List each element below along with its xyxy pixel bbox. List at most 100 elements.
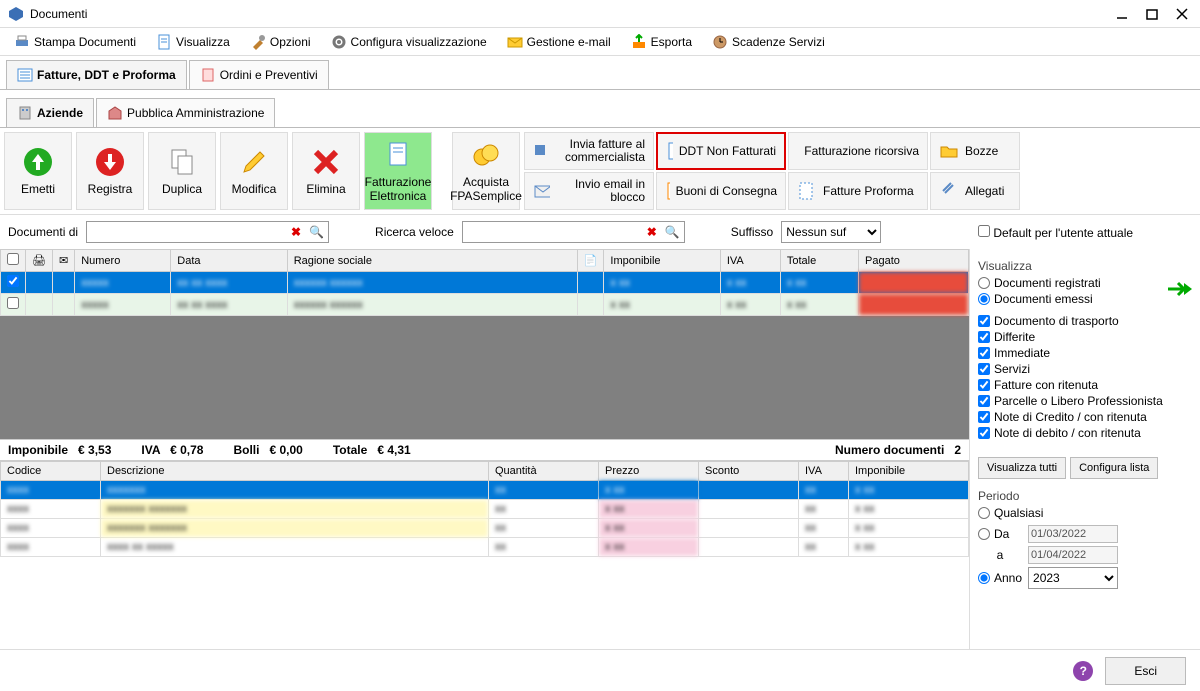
- menu-scadenze[interactable]: Scadenze Servizi: [706, 32, 831, 52]
- check-servizi[interactable]: Servizi: [978, 361, 1192, 377]
- btn-duplica[interactable]: Duplica: [148, 132, 216, 210]
- col-flag-icon: 📄: [577, 250, 604, 272]
- col-prezzo[interactable]: Prezzo: [599, 462, 699, 481]
- attach-icon: [939, 181, 959, 201]
- col-descrizione[interactable]: Descrizione: [101, 462, 489, 481]
- col-check[interactable]: [1, 250, 26, 272]
- col-pagato[interactable]: Pagato: [859, 250, 969, 272]
- btn-configura-lista[interactable]: Configura lista: [1070, 457, 1158, 479]
- check-fatture-ritenuta[interactable]: Fatture con ritenuta: [978, 377, 1192, 393]
- col-totale[interactable]: Totale: [780, 250, 858, 272]
- col-iva[interactable]: IVA: [720, 250, 780, 272]
- radio-da[interactable]: Da: [978, 526, 1022, 542]
- btn-visualizza-tutti[interactable]: Visualizza tutti: [978, 457, 1066, 479]
- clear-documenti-di[interactable]: ✖: [287, 225, 305, 239]
- tab-fatture[interactable]: Fatture, DDT e Proforma: [6, 60, 187, 89]
- radio-registrati[interactable]: Documenti registrati: [978, 275, 1192, 291]
- col-quantita[interactable]: Quantità: [489, 462, 599, 481]
- col-ragione[interactable]: Ragione sociale: [287, 250, 577, 272]
- btn-invio-email[interactable]: Invio email in blocco: [524, 172, 654, 210]
- select-anno[interactable]: 2023: [1028, 567, 1118, 589]
- btn-elimina[interactable]: Elimina: [292, 132, 360, 210]
- arrow-right-icon: [1168, 281, 1192, 297]
- radio-emessi[interactable]: Documenti emessi: [978, 291, 1192, 307]
- menu-visualizza[interactable]: Visualizza: [150, 32, 236, 52]
- table-row[interactable]: xxxxxxxxxxxxxx xxxxx xx: [1, 481, 969, 500]
- grid-lines[interactable]: Codice Descrizione Quantità Prezzo Scont…: [0, 461, 969, 649]
- btn-invia-commercialista[interactable]: Invia fatture al commercialista: [524, 132, 654, 170]
- btn-fatt-elettronica[interactable]: Fatturazione Elettronica: [364, 132, 432, 210]
- btn-buoni-consegna[interactable]: Buoni di Consegna: [656, 172, 786, 210]
- check-doc-trasporto[interactable]: Documento di trasporto: [978, 313, 1192, 329]
- search-documenti-di-icon[interactable]: 🔍: [305, 225, 328, 239]
- menu-opzioni[interactable]: Opzioni: [244, 32, 317, 52]
- table-row[interactable]: xxxxxxxxxxx xxxxxxxxxx xxxxx xx: [1, 500, 969, 519]
- label-ricerca-veloce: Ricerca veloce: [375, 225, 454, 239]
- col-codice[interactable]: Codice: [1, 462, 101, 481]
- btn-emetti[interactable]: Emetti: [4, 132, 72, 210]
- checkbox-default-user[interactable]: Default per l'utente attuale: [978, 225, 1133, 240]
- doc-icon: [156, 34, 172, 50]
- table-row[interactable]: xxxxxxxxxxx xxxxxxxxxx xxxxx xx: [1, 519, 969, 538]
- input-a[interactable]: [1028, 546, 1118, 564]
- sidebar: Visualizza Documenti registrati Document…: [970, 249, 1200, 649]
- radio-anno[interactable]: Anno: [978, 570, 1022, 586]
- clock-icon: [712, 34, 728, 50]
- gear-icon: [331, 34, 347, 50]
- btn-registra[interactable]: Registra: [76, 132, 144, 210]
- search-ricerca-icon[interactable]: 🔍: [661, 225, 684, 239]
- delivery-icon: [665, 181, 670, 201]
- input-da[interactable]: [1028, 525, 1118, 543]
- tab-aziende[interactable]: Aziende: [6, 98, 94, 127]
- grid-documents[interactable]: 🖨 ✉ Numero Data Ragione sociale 📄 Imponi…: [0, 249, 969, 439]
- col-numero[interactable]: Numero: [75, 250, 171, 272]
- col-iva2[interactable]: IVA: [799, 462, 849, 481]
- col-imponibile[interactable]: Imponibile: [604, 250, 720, 272]
- btn-acquista[interactable]: Acquista FPASemplice: [452, 132, 520, 210]
- help-icon[interactable]: ?: [1073, 661, 1093, 681]
- list-icon: [17, 67, 33, 83]
- col-imponibile2[interactable]: Imponibile: [849, 462, 969, 481]
- check-parcelle[interactable]: Parcelle o Libero Professionista: [978, 393, 1192, 409]
- tab-ordini[interactable]: Ordini e Preventivi: [189, 60, 329, 89]
- col-data[interactable]: Data: [171, 250, 287, 272]
- select-suffisso[interactable]: Nessun suf: [781, 221, 881, 243]
- x-icon: [310, 146, 342, 178]
- table-row[interactable]: xxxxxxx xx xxxxxxxxxx xxxxxxx xxx xxx xx: [1, 272, 969, 294]
- clear-ricerca-veloce[interactable]: ✖: [643, 225, 661, 239]
- tabs-secondary: Aziende Pubblica Amministrazione: [0, 94, 1200, 128]
- input-ricerca-veloce[interactable]: [463, 222, 643, 242]
- coins-icon: [470, 139, 502, 171]
- label-documenti-di: Documenti di: [8, 225, 78, 239]
- menu-configura[interactable]: Configura visualizzazione: [325, 32, 493, 52]
- label-a: a: [978, 548, 1022, 562]
- table-row[interactable]: xxxxxxxx xx xxxxxxxx xxxxx xx: [1, 538, 969, 557]
- input-documenti-di[interactable]: [87, 222, 287, 242]
- check-note-credito[interactable]: Note di Credito / con ritenuta: [978, 409, 1192, 425]
- btn-proforma[interactable]: Fatture Proforma: [788, 172, 928, 210]
- check-differite[interactable]: Differite: [978, 329, 1192, 345]
- close-button[interactable]: [1176, 8, 1188, 20]
- maximize-button[interactable]: [1146, 8, 1158, 20]
- check-immediate[interactable]: Immediate: [978, 345, 1192, 361]
- btn-modifica[interactable]: Modifica: [220, 132, 288, 210]
- btn-fatt-ricorsiva[interactable]: 12Fatturazione ricorsiva: [788, 132, 928, 170]
- tab-pa[interactable]: Pubblica Amministrazione: [96, 98, 275, 127]
- check-list[interactable]: Documento di trasporto Differite Immedia…: [978, 313, 1192, 453]
- radio-qualsiasi[interactable]: Qualsiasi: [978, 505, 1192, 521]
- printer-icon: [14, 34, 30, 50]
- btn-bozze[interactable]: Bozze: [930, 132, 1020, 170]
- btn-allegati[interactable]: Allegati: [930, 172, 1020, 210]
- check-note-debito[interactable]: Note di debito / con ritenuta: [978, 425, 1192, 441]
- col-sconto[interactable]: Sconto: [699, 462, 799, 481]
- menu-stampa[interactable]: Stampa Documenti: [8, 32, 142, 52]
- table-row[interactable]: xxxxxxx xx xxxxxxxxxx xxxxxxx xxx xxx xx: [1, 294, 969, 316]
- minimize-button[interactable]: [1116, 8, 1128, 20]
- toolbar: Emetti Registra Duplica Modifica Elimina…: [0, 128, 1200, 215]
- btn-ddt-non-fatturati[interactable]: DDT Non Fatturati: [656, 132, 786, 170]
- proforma-icon: [797, 181, 817, 201]
- menu-gestione-email[interactable]: Gestione e-mail: [501, 32, 617, 52]
- up-arrow-icon: [22, 146, 54, 178]
- btn-esci[interactable]: Esci: [1105, 657, 1186, 685]
- menu-esporta[interactable]: Esporta: [625, 32, 698, 52]
